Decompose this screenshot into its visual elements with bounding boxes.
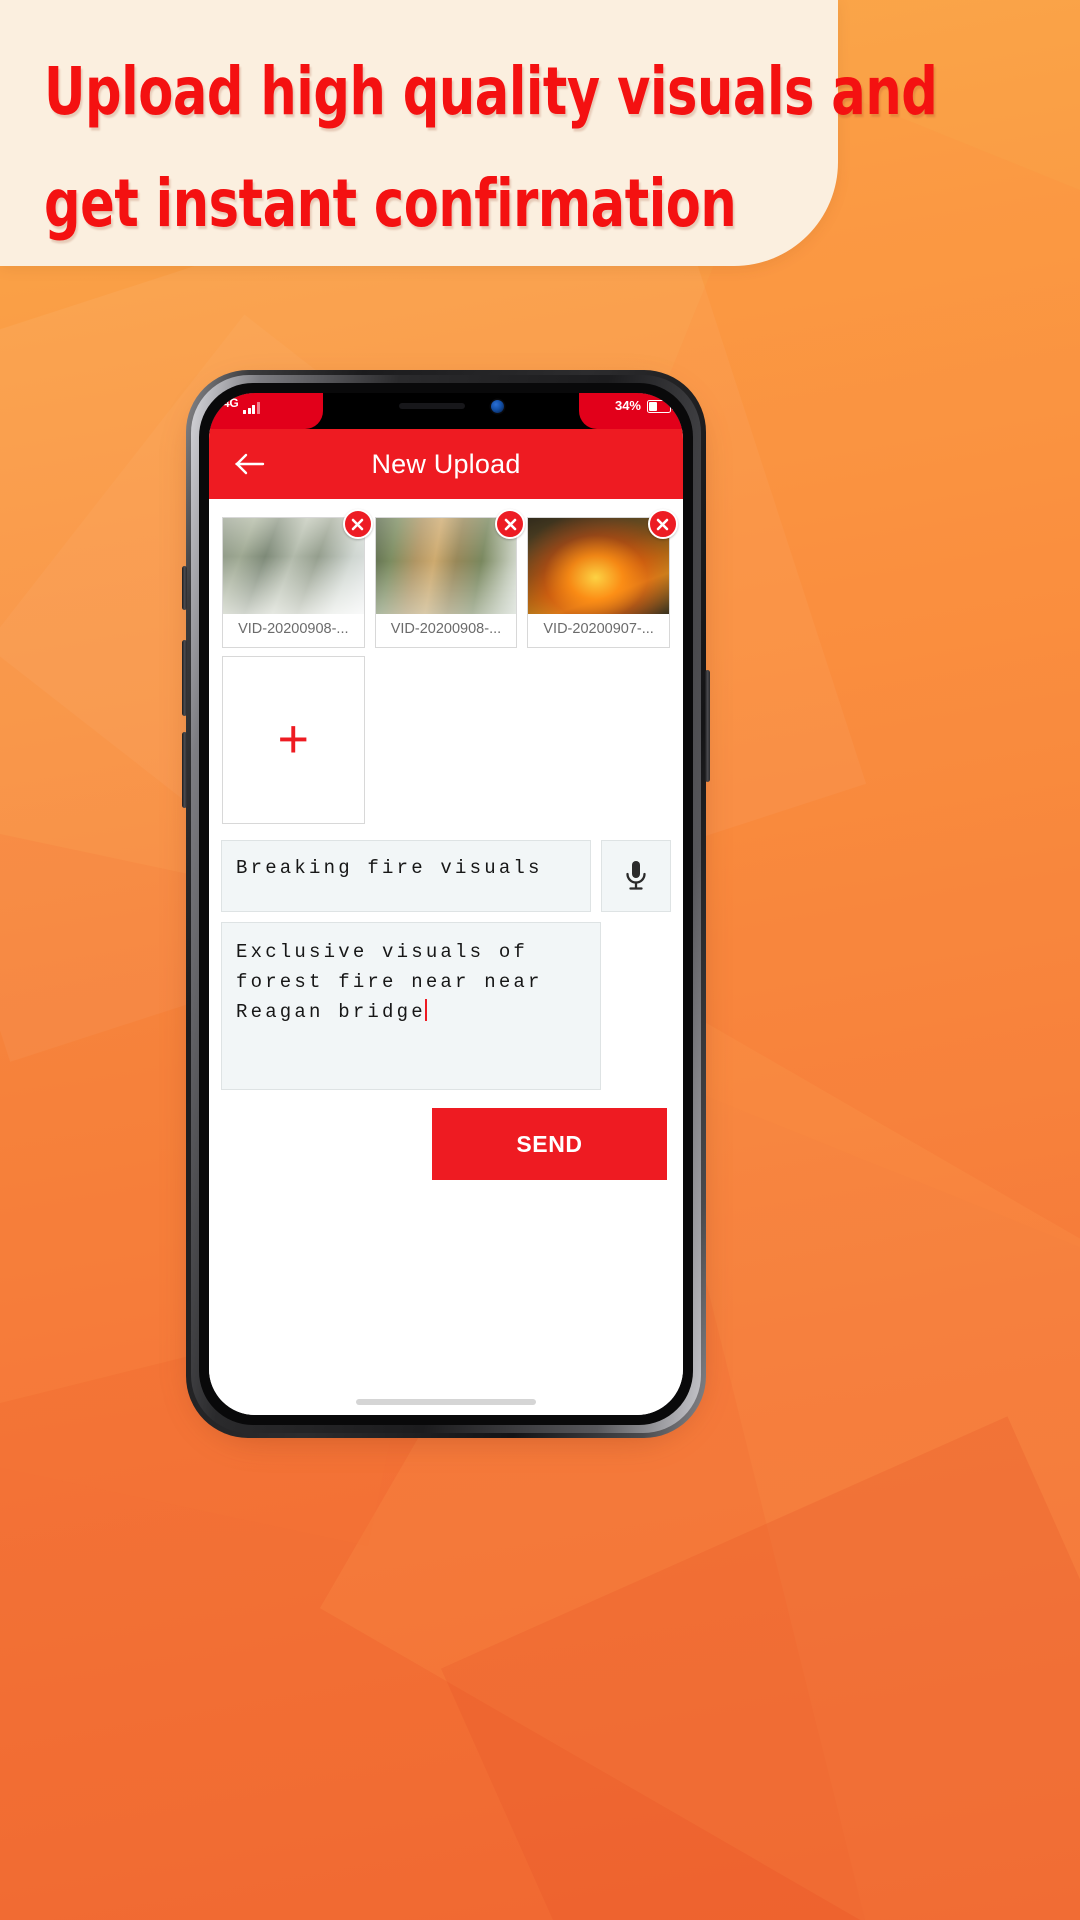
text-caret bbox=[424, 999, 427, 1021]
battery-icon bbox=[647, 400, 674, 413]
microphone-icon bbox=[626, 861, 646, 890]
thumbnail-item[interactable]: VID-20200908-... bbox=[370, 509, 526, 652]
home-indicator bbox=[356, 1399, 536, 1405]
thumbnail-item[interactable]: VID-20200908-... bbox=[217, 509, 373, 652]
mute-switch[interactable] bbox=[182, 566, 187, 610]
thumbnail-card[interactable]: VID-20200908-... bbox=[222, 509, 373, 648]
status-bar-left: 4G bbox=[209, 393, 323, 429]
title-input[interactable]: Breaking fire visuals bbox=[221, 840, 591, 912]
description-input[interactable]: Exclusive visuals of forest fire near ne… bbox=[221, 922, 601, 1090]
description-text: Exclusive visuals of forest fire near ne… bbox=[236, 941, 558, 1023]
title-row: Breaking fire visuals bbox=[209, 828, 683, 912]
phone-screen: 4G 34% New Upload VID-20200908-... VID-2… bbox=[209, 393, 683, 1415]
plus-icon: + bbox=[277, 709, 310, 770]
page-title: New Upload bbox=[371, 448, 521, 479]
front-camera-icon bbox=[490, 399, 504, 413]
remove-thumbnail-button[interactable] bbox=[342, 509, 373, 539]
battery-fill bbox=[649, 402, 657, 411]
headline-panel: Upload high quality visuals and get inst… bbox=[0, 0, 938, 266]
volume-down-button[interactable] bbox=[182, 732, 187, 808]
phone-frame-inner: 4G 34% New Upload VID-20200908-... VID-2… bbox=[191, 375, 701, 1433]
phone-body: 4G 34% New Upload VID-20200908-... VID-2… bbox=[199, 383, 693, 1425]
thumbnail-filename: VID-20200907-... bbox=[543, 621, 654, 637]
add-media-button[interactable]: + bbox=[222, 656, 365, 824]
send-row: SEND bbox=[209, 1090, 683, 1180]
volume-up-button[interactable] bbox=[182, 640, 187, 716]
thumbnail-filename: VID-20200908-... bbox=[238, 621, 349, 637]
headline-line-1: Upload high quality visuals and bbox=[44, 53, 938, 130]
thumbnail-card[interactable]: VID-20200907-... bbox=[527, 509, 678, 648]
phone-notch bbox=[323, 393, 579, 419]
close-icon bbox=[504, 518, 517, 530]
signal-bars-icon bbox=[243, 401, 260, 414]
headline-line-2: get instant confirmation bbox=[44, 165, 737, 242]
description-row: Exclusive visuals of forest fire near ne… bbox=[209, 912, 683, 1090]
remove-thumbnail-button[interactable] bbox=[647, 509, 678, 539]
remove-thumbnail-button[interactable] bbox=[495, 509, 526, 539]
app-bar: New Upload bbox=[209, 429, 683, 499]
close-icon bbox=[657, 518, 669, 530]
add-media-cell[interactable]: + bbox=[217, 652, 370, 828]
battery-percent-label: 34% bbox=[614, 398, 641, 413]
headline-text: Upload high quality visuals and get inst… bbox=[44, 36, 938, 260]
phone-mockup: 4G 34% New Upload VID-20200908-... VID-2… bbox=[182, 370, 710, 1438]
network-type-label: 4G bbox=[223, 396, 239, 410]
power-button[interactable] bbox=[705, 670, 710, 782]
send-button[interactable]: SEND bbox=[432, 1108, 667, 1180]
status-bar-right: 34% bbox=[579, 393, 683, 429]
thumbnail-image bbox=[528, 518, 669, 614]
thumbnail-image bbox=[223, 518, 364, 614]
earpiece-speaker-icon bbox=[398, 403, 465, 409]
thumbnail-grid: VID-20200908-... VID-20200908-... VID-20… bbox=[209, 509, 683, 828]
thumbnail-image bbox=[375, 518, 517, 614]
status-bar: 4G 34% bbox=[209, 393, 683, 429]
arrow-left-icon bbox=[235, 453, 265, 475]
phone-frame: 4G 34% New Upload VID-20200908-... VID-2… bbox=[186, 370, 706, 1438]
voice-input-button[interactable] bbox=[601, 840, 671, 912]
upload-form: VID-20200908-... VID-20200908-... VID-20… bbox=[209, 499, 683, 1415]
back-button[interactable] bbox=[229, 443, 271, 485]
thumbnail-card[interactable]: VID-20200908-... bbox=[374, 509, 526, 648]
thumbnail-filename: VID-20200908-... bbox=[390, 621, 502, 637]
close-icon bbox=[351, 518, 364, 530]
thumbnail-item[interactable]: VID-20200907-... bbox=[522, 509, 678, 652]
